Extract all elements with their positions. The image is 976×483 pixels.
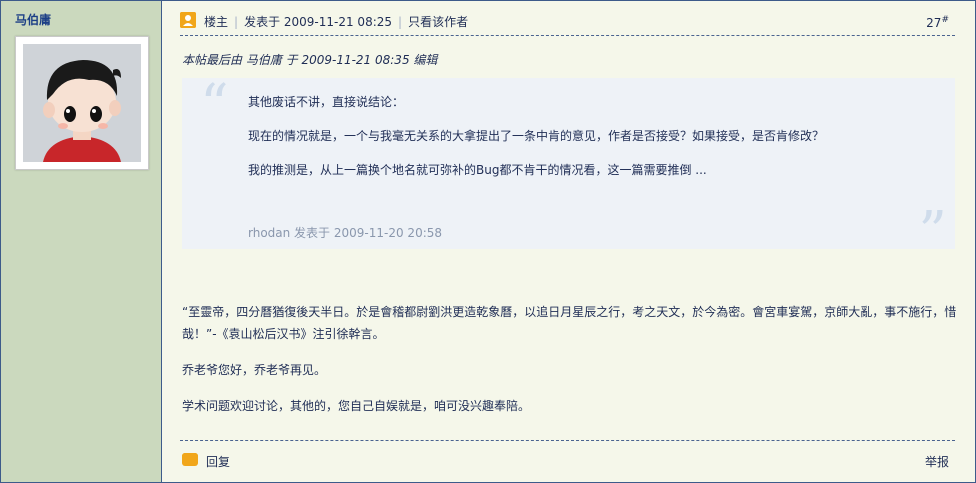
post-meta: 楼主 | 发表于 2009-11-21 08:25 | 只看该作者 xyxy=(204,15,469,29)
report-button[interactable]: 举报 xyxy=(925,453,949,470)
quote-paragraph: 我的推测是，从上一篇换个地名就可弥补的Bug都不肯干的情况看，这一篇需要推倒 .… xyxy=(248,163,707,177)
body-paragraph: 乔老爷您好，乔老爷再见。 xyxy=(182,363,327,377)
avatar[interactable] xyxy=(15,36,149,170)
reply-icon[interactable] xyxy=(182,453,198,466)
quote-open-icon: “ xyxy=(200,73,229,138)
thread-starter-icon xyxy=(180,12,196,28)
thread-starter-badge: 楼主 xyxy=(204,15,229,29)
quote-text: 其他废话不讲，直接说结论： 现在的情况就是，一个与我毫无关系的大拿提出了一条中肯… xyxy=(248,91,888,193)
author-sidebar: 马伯庸 xyxy=(1,1,162,482)
quote-source-link[interactable]: rhodan 发表于 2009-11-20 20:58 xyxy=(248,224,442,241)
author-name-link[interactable]: 马伯庸 xyxy=(15,11,51,28)
cartoon-avatar-icon xyxy=(23,44,141,162)
body-paragraph: 学术问题欢迎讨论，其他的，您自己自娱就是，咱可没兴趣奉陪。 xyxy=(182,399,531,413)
quote-block: “ 其他废话不讲，直接说结论： 现在的情况就是，一个与我毫无关系的大拿提出了一条… xyxy=(182,73,955,261)
body-paragraph: “至靈帝，四分曆猶復後天半日。於是會稽都尉劉洪更造乾象曆，以追日月星辰之行，考之… xyxy=(182,305,957,341)
post-header-bar: 楼主 | 发表于 2009-11-21 08:25 | 只看该作者 27# xyxy=(180,9,955,36)
quote-close-icon: ” xyxy=(918,200,947,265)
reply-button[interactable]: 回复 xyxy=(206,453,230,470)
quote-paragraph: 其他废话不讲，直接说结论： xyxy=(248,95,405,109)
post-body: “至靈帝，四分曆猶復後天半日。於是會稽都尉劉洪更造乾象曆，以追日月星辰之行，考之… xyxy=(182,301,962,431)
avatar-image xyxy=(23,44,141,162)
post-timestamp: 发表于 2009-11-21 08:25 xyxy=(244,15,393,29)
floor-number-link[interactable]: 27# xyxy=(926,15,949,30)
post-content: 楼主 | 发表于 2009-11-21 08:25 | 只看该作者 27# 本帖最后由 … xyxy=(162,1,974,482)
edit-note: 本帖最后由 马伯庸 于 2009-11-21 08:35 编辑 xyxy=(182,53,438,67)
only-author-link[interactable]: 只看该作者 xyxy=(408,15,468,29)
post-footer: 回复 举报 xyxy=(180,440,955,471)
quote-paragraph: 现在的情况就是，一个与我毫无关系的大拿提出了一条中肯的意见，作者是否接受？如果接… xyxy=(248,129,825,143)
